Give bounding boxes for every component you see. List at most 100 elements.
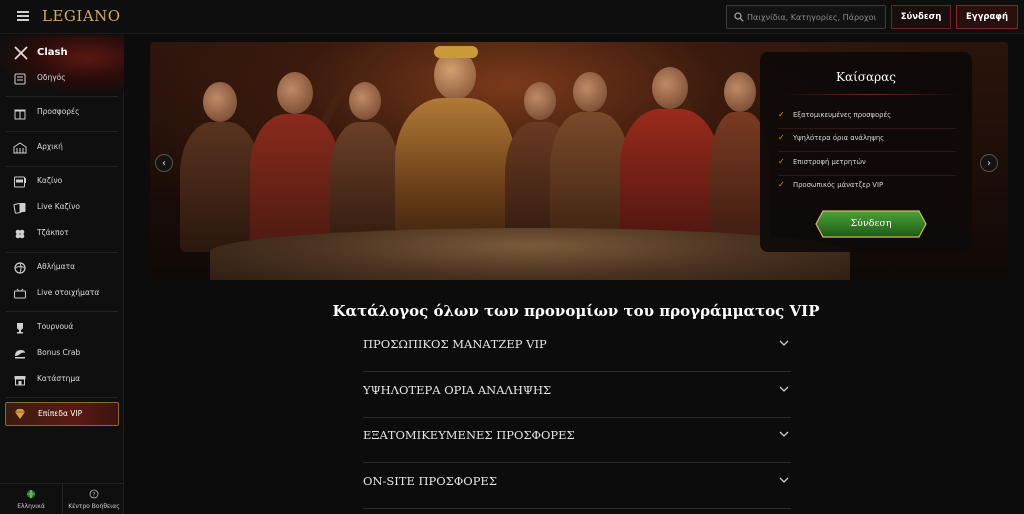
divider: [778, 128, 956, 129]
carousel-next-button[interactable]: ›: [980, 154, 998, 172]
gift-icon: [14, 109, 26, 120]
slot-machine-icon: [14, 176, 26, 188]
accordion-label: ΠΡΟΣΩΠΙΚΟΣ ΜΑΝΑΤΖΕΡ VIP: [363, 337, 547, 351]
sidebar: Clash Οδηγός Προσφορές Αρχική Καζίνο Liv…: [0, 35, 124, 514]
accordion-item[interactable]: ΥΨΗΛΟΤΕΡΑ ΟΡΙΑ ΑΝΑΛΗΨΗΣ: [363, 373, 791, 418]
perk-item: ✓ Επιστροφή μετρητών: [778, 156, 968, 172]
caesar-figure: [395, 46, 515, 250]
war-table: [210, 228, 850, 280]
divider: [6, 397, 118, 398]
sidebar-item-label: Καζίνο: [37, 176, 63, 185]
divider: [6, 252, 118, 253]
help-center-link[interactable]: ? Κέντρο Βοήθειας: [63, 484, 125, 514]
chevron-down-icon: [779, 431, 789, 437]
divider: [780, 94, 960, 95]
top-header: LEGIANO Σύνδεση Εγγραφή: [0, 0, 1024, 34]
divider: [6, 311, 118, 312]
accordion-label: ON-SITE ΠΡΟΣΦΟΡΕΣ: [363, 474, 497, 488]
sidebar-item-tournaments[interactable]: Τουρνουά: [0, 316, 124, 340]
check-icon: ✓: [778, 110, 785, 119]
perk-label: Προσωπικός μάνατζερ VIP: [793, 181, 884, 189]
warrior-figure: [620, 67, 720, 252]
vip-login-button[interactable]: Σύνδεση: [815, 210, 927, 238]
sidebar-item-label: Bonus Crab: [37, 348, 81, 357]
perk-label: Επιστροφή μετρητών: [793, 158, 866, 166]
check-icon: ✓: [778, 157, 785, 166]
accordion-item[interactable]: ΕΞΑΤΟΜΙΚΕΥΜΕΝΕΣ ΠΡΟΣΦΟΡΕΣ: [363, 418, 791, 463]
chevron-down-icon: [779, 386, 789, 392]
sidebar-item-guide[interactable]: Οδηγός: [0, 67, 124, 91]
sidebar-item-casino[interactable]: Καζίνο: [0, 170, 124, 194]
help-icon: ?: [89, 489, 99, 499]
divider: [6, 131, 118, 132]
sidebar-item-label: Προσφορές: [37, 107, 80, 116]
sidebar-item-label: Live στοιχήματα: [37, 288, 100, 297]
vip-level-card: Καίσαρας ✓ Εξατομικευμένες προσφορές ✓ Υ…: [760, 52, 972, 252]
sidebar-item-label: Οδηγός: [37, 73, 66, 82]
divider: [778, 151, 956, 152]
live-icon: [14, 288, 26, 299]
sidebar-item-shop[interactable]: Κατάστημα: [0, 368, 124, 392]
perk-item: ✓ Προσωπικός μάνατζερ VIP: [778, 179, 968, 195]
warrior-figure: [330, 82, 400, 252]
sidebar-item-sports[interactable]: Αθλήματα: [0, 256, 124, 280]
chevron-down-icon: [779, 340, 789, 346]
chevron-down-icon: [779, 477, 789, 483]
diamond-icon: [15, 409, 25, 419]
warrior-figure: [250, 72, 340, 252]
check-icon: ✓: [778, 133, 785, 142]
sidebar-item-label: Επίπεδα VIP: [38, 409, 83, 418]
perk-label: Υψηλότερα όρια ανάληψης: [793, 134, 885, 142]
sidebar-item-label: Αθλήματα: [37, 262, 76, 271]
divider: [778, 175, 956, 176]
sidebar-item-offers[interactable]: Προσφορές: [0, 101, 124, 125]
search-input[interactable]: [747, 6, 885, 28]
crossed-swords-icon: [14, 46, 28, 60]
vip-login-label: Σύνδεση: [850, 218, 892, 229]
trophy-icon: [17, 323, 23, 334]
perk-item: ✓ Εξατομικευμένες προσφορές: [778, 109, 968, 125]
sidebar-item-label: Κατάστημα: [37, 374, 81, 383]
accordion-label: ΥΨΗΛΟΤΕΡΑ ΟΡΙΑ ΑΝΑΛΗΨΗΣ: [363, 383, 552, 397]
sidebar-item-label: Τζάκποτ: [37, 228, 69, 237]
ball-icon: [14, 262, 26, 274]
clash-label: Clash: [37, 47, 68, 58]
vip-level-title: Καίσαρας: [836, 70, 896, 84]
accordion-item[interactable]: ON-SITE ΠΡΟΣΦΟΡΕΣ: [363, 464, 791, 509]
divider: [6, 96, 118, 97]
menu-icon[interactable]: [17, 11, 29, 21]
shop-icon: [14, 376, 26, 386]
language-label: Ελληνικά: [17, 503, 45, 510]
perk-label: Εξατομικευμένες προσφορές: [793, 111, 892, 119]
sidebar-item-home[interactable]: Αρχική: [0, 136, 124, 160]
site-logo[interactable]: LEGIANO: [42, 7, 121, 25]
carousel-prev-button[interactable]: ‹: [155, 154, 173, 172]
sidebar-item-label: Τουρνουά: [37, 322, 74, 331]
warrior-figure: [550, 72, 630, 252]
sidebar-item-label: Live Καζίνο: [37, 202, 80, 211]
login-button[interactable]: Σύνδεση: [891, 5, 951, 29]
search-box[interactable]: [726, 5, 886, 29]
globe-icon: [27, 489, 35, 499]
guide-icon: [14, 73, 26, 85]
sidebar-item-live-betting[interactable]: Live στοιχήματα: [0, 282, 124, 306]
accordion-label: ΕΞΑΤΟΜΙΚΕΥΜΕΝΕΣ ΠΡΟΣΦΟΡΕΣ: [363, 428, 575, 442]
sidebar-item-jackpot[interactable]: Τζάκποτ: [0, 222, 124, 246]
language-selector[interactable]: Ελληνικά: [0, 484, 62, 514]
cards-icon: [13, 203, 26, 214]
sidebar-item-live-casino[interactable]: Live Καζίνο: [0, 196, 124, 220]
page-title: Κατάλογος όλων των προνομίων του προγράμ…: [332, 302, 820, 320]
warrior-figure: [180, 82, 260, 252]
check-icon: ✓: [778, 180, 785, 189]
clover-icon: [15, 229, 25, 239]
sidebar-item-vip-levels[interactable]: Επίπεδα VIP: [5, 402, 119, 426]
crab-icon: [15, 350, 25, 359]
search-icon: [734, 12, 744, 22]
sidebar-item-label: Αρχική: [37, 142, 63, 151]
hero-banner: ‹ › Καίσαρας ✓ Εξατομικευμένες προσφορές…: [150, 42, 1008, 280]
accordion-item[interactable]: ΠΡΟΣΩΠΙΚΟΣ ΜΑΝΑΤΖΕΡ VIP: [363, 327, 791, 372]
sidebar-footer: Ελληνικά ? Κέντρο Βοήθειας: [0, 483, 124, 514]
sidebar-item-bonus-crab[interactable]: Bonus Crab: [0, 342, 124, 366]
svg-text:?: ?: [92, 491, 95, 498]
register-button[interactable]: Εγγραφή: [956, 5, 1018, 29]
